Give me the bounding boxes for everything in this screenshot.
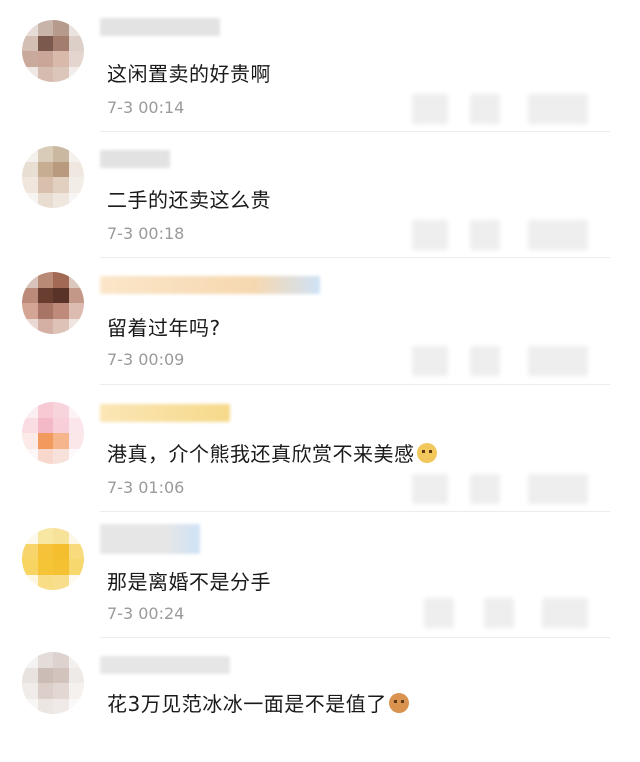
comment-time: 7-3 00:18	[107, 224, 185, 243]
comment-time: 7-3 00:14	[107, 98, 185, 117]
like-button-blurred[interactable]	[542, 598, 588, 628]
comment-text: 二手的还卖这么贵	[107, 188, 271, 212]
comment-text: 留着过年吗?	[107, 316, 221, 340]
reply-button-blurred[interactable]	[412, 94, 448, 124]
comment-time: 7-3 01:06	[107, 478, 185, 497]
like-button-blurred[interactable]	[528, 220, 588, 250]
reply-button-blurred[interactable]	[424, 598, 454, 628]
comment-time: 7-3 00:24	[107, 604, 185, 623]
forward-button-blurred[interactable]	[470, 94, 500, 124]
cat-face-emoji	[388, 693, 409, 713]
avatar[interactable]	[22, 528, 84, 590]
comment-text: 港真，介个熊我还真欣赏不来美感	[107, 438, 437, 467]
username-blurred[interactable]	[100, 18, 220, 36]
avatar[interactable]	[22, 402, 84, 464]
comment-item: 那是离婚不是分手 7-3 00:24	[0, 510, 640, 636]
username-blurred[interactable]	[100, 404, 230, 422]
comment-text: 花3万见范冰冰一面是不是值了	[107, 688, 409, 717]
forward-button-blurred[interactable]	[470, 220, 500, 250]
comment-item: 留着过年吗? 7-3 00:09	[0, 256, 640, 382]
username-blurred[interactable]	[100, 524, 200, 554]
avatar[interactable]	[22, 272, 84, 334]
username-blurred[interactable]	[100, 276, 320, 294]
comment-item: 花3万见范冰冰一面是不是值了	[0, 636, 640, 762]
reply-button-blurred[interactable]	[412, 474, 448, 504]
like-button-blurred[interactable]	[528, 346, 588, 376]
comment-text: 那是离婚不是分手	[107, 570, 271, 594]
comment-item: 这闲置卖的好贵啊 7-3 00:14	[0, 0, 640, 126]
like-button-blurred[interactable]	[528, 94, 588, 124]
reply-button-blurred[interactable]	[412, 220, 448, 250]
forward-button-blurred[interactable]	[470, 346, 500, 376]
comment-item: 港真，介个熊我还真欣赏不来美感 7-3 01:06	[0, 384, 640, 510]
username-blurred[interactable]	[100, 656, 230, 674]
forward-button-blurred[interactable]	[470, 474, 500, 504]
cat-emoji	[416, 443, 437, 463]
comment-time: 7-3 00:09	[107, 350, 185, 369]
reply-button-blurred[interactable]	[412, 346, 448, 376]
comment-text: 这闲置卖的好贵啊	[107, 62, 271, 86]
avatar[interactable]	[22, 652, 84, 714]
avatar[interactable]	[22, 146, 84, 208]
comment-item: 二手的还卖这么贵 7-3 00:18	[0, 130, 640, 256]
avatar[interactable]	[22, 20, 84, 82]
forward-button-blurred[interactable]	[484, 598, 514, 628]
username-blurred[interactable]	[100, 150, 170, 168]
like-button-blurred[interactable]	[528, 474, 588, 504]
